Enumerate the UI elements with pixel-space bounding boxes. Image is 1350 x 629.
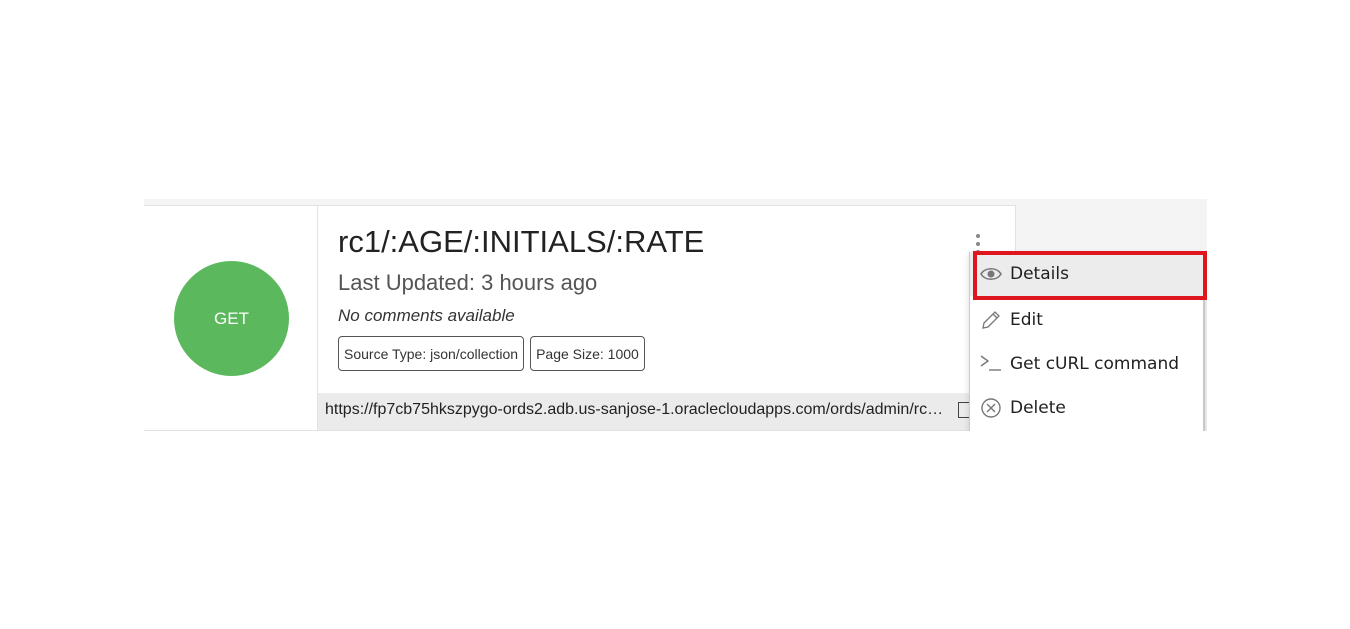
source-type-chip: Source Type: json/collection [338,336,525,371]
terminal-prompt-icon [980,354,1002,374]
kebab-dot [976,234,980,238]
rest-handler-panel: GET rc1/:AGE/:INITIALS/:RATE Last Update… [144,199,1207,431]
kebab-menu-icon[interactable] [972,234,984,254]
screen: GET rc1/:AGE/:INITIALS/:RATE Last Update… [0,0,1350,629]
card-body: rc1/:AGE/:INITIALS/:RATE Last Updated: 3… [318,206,1014,430]
actions-menu: Details Edit Get cURL command Delete [969,252,1205,431]
pencil-icon [980,310,1002,330]
url-text[interactable]: https://fp7cb75hkszpygo-ords2.adb.us-san… [325,401,945,419]
card-method-column: GET [144,206,318,430]
menu-item-get-curl[interactable]: Get cURL command [970,342,1204,386]
url-bar: https://fp7cb75hkszpygo-ords2.adb.us-san… [318,393,1014,430]
circle-x-icon [980,398,1002,418]
menu-item-label: Get cURL command [1010,354,1180,374]
kebab-dot [976,242,980,246]
chip-row: Source Type: json/collection Page Size: … [338,336,645,371]
menu-item-details[interactable]: Details [970,252,1204,296]
eye-icon [980,264,1002,284]
comments-text: No comments available [338,306,515,325]
route-title[interactable]: rc1/:AGE/:INITIALS/:RATE [338,224,704,260]
last-updated-text: Last Updated: 3 hours ago [338,270,598,295]
menu-item-label: Delete [1010,398,1066,418]
menu-item-label: Details [1010,264,1069,284]
method-badge: GET [174,261,289,376]
menu-item-label: Edit [1010,310,1043,330]
menu-item-delete[interactable]: Delete [970,386,1204,430]
page-size-chip: Page Size: 1000 [530,336,645,371]
menu-item-edit[interactable]: Edit [970,298,1204,342]
template-card: GET rc1/:AGE/:INITIALS/:RATE Last Update… [144,205,1016,431]
